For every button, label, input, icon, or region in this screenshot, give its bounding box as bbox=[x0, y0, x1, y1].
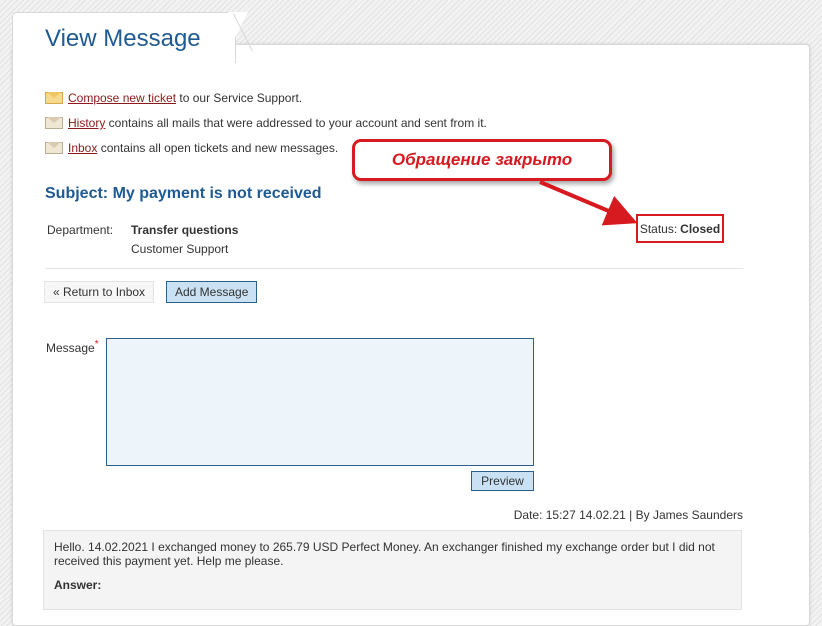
message-body: Hello. 14.02.2021 I exchanged money to 2… bbox=[43, 530, 742, 610]
envelope-icon bbox=[45, 142, 63, 154]
compose-text: to our Service Support. bbox=[176, 91, 303, 105]
divider bbox=[45, 268, 743, 269]
add-message-button[interactable]: Add Message bbox=[166, 281, 258, 303]
message-text: Hello. 14.02.2021 I exchanged money to 2… bbox=[54, 540, 715, 568]
status-label: Status: bbox=[639, 221, 678, 236]
history-text: contains all mails that were addressed t… bbox=[105, 116, 487, 130]
compose-ticket-link[interactable]: Compose new ticket bbox=[68, 91, 176, 105]
info-history: History contains all mails that were add… bbox=[45, 114, 487, 132]
page-title: View Message bbox=[45, 25, 201, 52]
info-inbox: Inbox contains all open tickets and new … bbox=[45, 139, 338, 157]
annotation-callout: Обращение закрыто bbox=[352, 139, 612, 181]
tab-corner bbox=[228, 12, 248, 52]
message-label: Message* bbox=[46, 339, 99, 355]
preview-button[interactable]: Preview bbox=[471, 471, 534, 491]
department-label: Department: bbox=[47, 223, 114, 237]
ticket-subject: Subject: My payment is not received bbox=[45, 185, 322, 202]
department-sub: Customer Support bbox=[131, 242, 229, 256]
return-to-inbox-button[interactable]: « Return to Inbox bbox=[44, 281, 155, 303]
history-link[interactable]: History bbox=[68, 116, 105, 130]
status-value: Closed bbox=[680, 221, 721, 236]
info-compose: Compose new ticket to our Service Suppor… bbox=[45, 89, 302, 107]
department-value: Transfer questions bbox=[131, 223, 239, 237]
message-dateline: Date: 15:27 14.02.21 | By James Saunders bbox=[513, 508, 743, 522]
message-input[interactable] bbox=[106, 338, 534, 466]
inbox-text: contains all open tickets and new messag… bbox=[97, 141, 339, 155]
envelope-icon bbox=[45, 117, 63, 129]
status-badge: Status: Closed bbox=[636, 214, 724, 243]
envelope-icon bbox=[45, 92, 63, 104]
required-mark: * bbox=[94, 339, 99, 350]
answer-label: Answer: bbox=[54, 578, 102, 592]
inbox-link[interactable]: Inbox bbox=[68, 141, 97, 155]
